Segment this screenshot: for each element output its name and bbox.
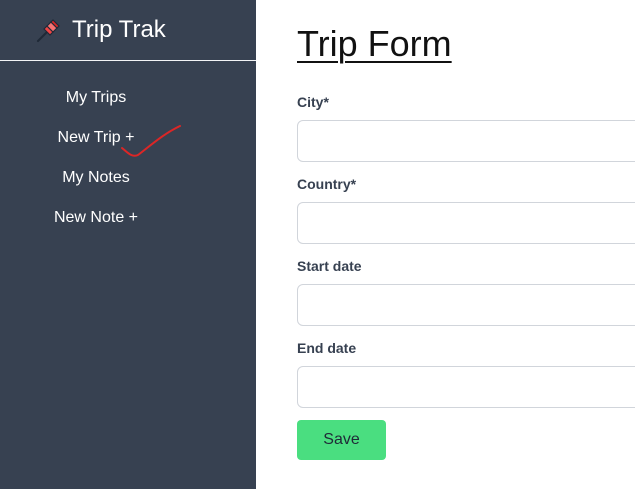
save-button[interactable]: Save <box>297 420 386 460</box>
city-input[interactable] <box>297 120 635 162</box>
sidebar-item-my-notes[interactable]: My Notes <box>0 168 224 188</box>
checkmark-annotation <box>121 125 181 157</box>
page-title: Trip Form <box>297 23 452 64</box>
brand-header: Trip Trak <box>0 0 256 61</box>
country-label: Country* <box>297 176 357 192</box>
sidebar-item-new-note[interactable]: New Note + <box>0 208 224 228</box>
app-title: Trip Trak <box>72 16 166 43</box>
sidebar-item-new-trip[interactable]: New Trip + <box>0 128 224 148</box>
end-date-label: End date <box>297 340 357 356</box>
city-label: City* <box>297 94 329 110</box>
app: Trip Trak My Trips New Trip + My Notes N… <box>0 0 635 489</box>
start-date-input[interactable] <box>297 284 635 326</box>
sidebar-item-my-trips[interactable]: My Trips <box>0 88 224 108</box>
country-input[interactable] <box>297 202 635 244</box>
sidebar: Trip Trak My Trips New Trip + My Notes N… <box>0 0 256 489</box>
end-date-input[interactable] <box>297 366 635 408</box>
start-date-label: Start date <box>297 258 362 274</box>
main-content: Trip Form City* Country* Start date End … <box>256 0 635 489</box>
pushpin-icon <box>36 19 60 43</box>
